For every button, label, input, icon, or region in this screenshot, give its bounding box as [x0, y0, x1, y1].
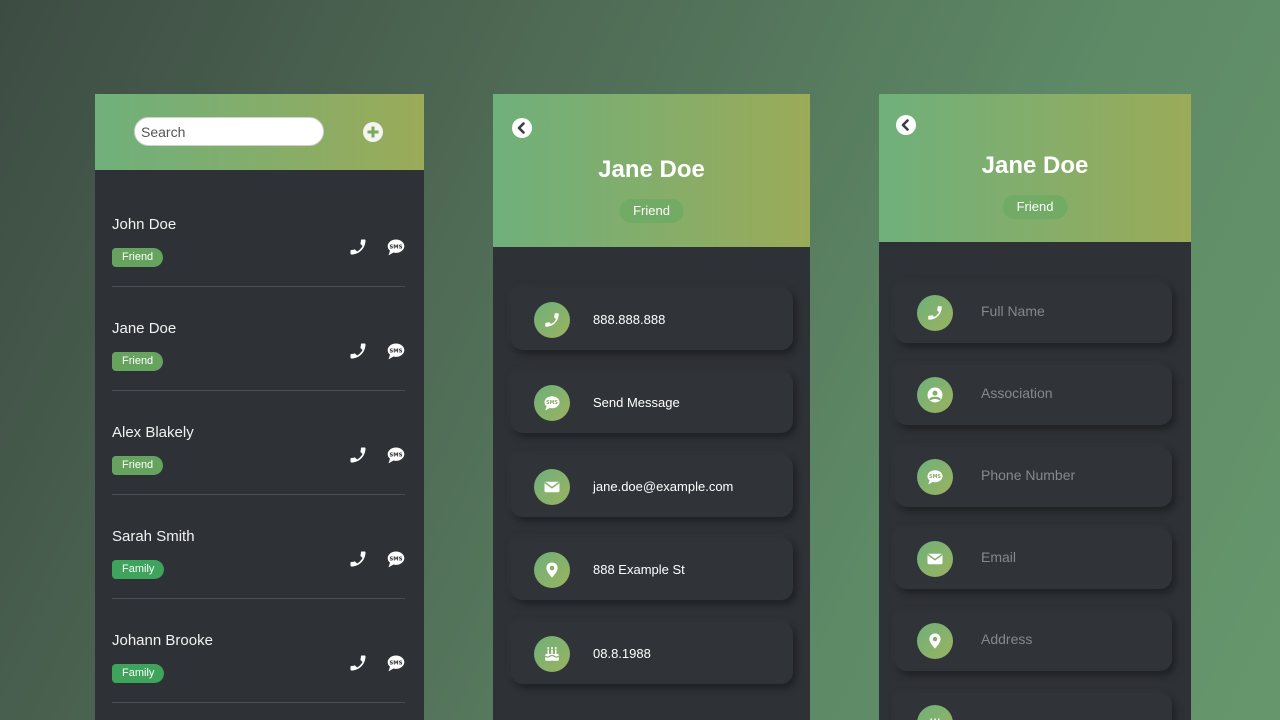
map-pin-icon [534, 552, 570, 588]
contact-name: Alex Blakely [112, 424, 194, 441]
phone-icon [917, 295, 953, 331]
detail-header: Jane Doe Friend [493, 94, 810, 247]
add-contact-button[interactable] [363, 122, 383, 142]
back-button[interactable] [896, 115, 916, 135]
chevron-left-icon [517, 122, 525, 134]
svg-text:SMS: SMS [929, 474, 941, 480]
phone-icon[interactable] [348, 237, 368, 257]
birthday-card[interactable]: 08.8.1988 [511, 622, 793, 684]
phone-icon[interactable] [348, 653, 368, 673]
edit-header: Jane Doe Friend [879, 94, 1191, 242]
phone-icon[interactable] [348, 341, 368, 361]
phone-icon[interactable] [348, 549, 368, 569]
contact-row[interactable]: Sarah Smith Family SMS [112, 495, 405, 599]
email-card[interactable]: jane.doe@example.com [511, 455, 793, 517]
phone-card[interactable]: 888.888.888 [511, 288, 793, 350]
contact-name: John Doe [112, 216, 177, 233]
phone-icon [534, 302, 570, 338]
list-header [95, 94, 424, 170]
svg-text:SMS: SMS [389, 244, 402, 250]
association-input[interactable] [981, 385, 1161, 401]
contact-row[interactable]: Jane Doe Friend SMS [112, 287, 405, 391]
svg-text:SMS: SMS [389, 348, 402, 354]
back-button[interactable] [512, 118, 532, 138]
svg-text:SMS: SMS [389, 452, 402, 458]
map-pin-icon [917, 623, 953, 659]
sms-icon[interactable]: SMS [386, 237, 406, 257]
contact-tag: Friend [112, 456, 164, 475]
sms-icon[interactable]: SMS [386, 445, 406, 465]
edit-contact-panel: Jane Doe Friend SMS [879, 94, 1191, 720]
contact-row[interactable]: Johann Brooke Family SMS [112, 599, 405, 703]
full-name-input[interactable] [981, 303, 1161, 319]
street-address: 888 Example St [593, 562, 685, 577]
birthday-field [895, 693, 1172, 720]
contact-tag: Friend [619, 199, 684, 223]
sms-icon: SMS [534, 385, 570, 421]
email-field [895, 529, 1172, 589]
contact-tag: Family [112, 664, 165, 683]
birthday-cake-icon [534, 636, 570, 672]
phone-number-input[interactable] [981, 467, 1161, 483]
chevron-left-icon [901, 119, 909, 131]
sms-icon[interactable]: SMS [386, 653, 406, 673]
phone-number: 888.888.888 [593, 312, 666, 327]
contact-name-heading: Jane Doe [598, 156, 705, 183]
contact-row[interactable]: Alex Blakely Friend SMS [112, 391, 405, 495]
contact-name-heading: Jane Doe [981, 152, 1089, 179]
envelope-icon [917, 541, 953, 577]
email-address: jane.doe@example.com [593, 479, 734, 494]
contact-tag: Friend [112, 248, 164, 267]
full-name-field [895, 283, 1172, 343]
sms-icon[interactable]: SMS [386, 549, 406, 569]
birth-date: 08.8.1988 [593, 646, 651, 661]
search-input[interactable] [134, 117, 324, 146]
svg-text:SMS: SMS [389, 660, 402, 666]
association-field [895, 365, 1172, 425]
contact-row[interactable]: John Doe Friend SMS [112, 183, 405, 287]
envelope-icon [534, 469, 570, 505]
message-card[interactable]: SMS Send Message [511, 371, 793, 433]
phone-number-field: SMS [895, 447, 1172, 507]
contact-tag: Friend [112, 352, 164, 371]
contact-name: Johann Brooke [112, 632, 213, 649]
send-message-label: Send Message [593, 395, 680, 410]
sms-icon: SMS [917, 459, 953, 495]
contact-tag: Family [112, 560, 165, 579]
sms-icon[interactable]: SMS [386, 341, 406, 361]
birthday-cake-icon [917, 705, 953, 720]
email-input[interactable] [981, 549, 1161, 565]
contact-tag: Friend [1002, 195, 1068, 219]
address-field [895, 611, 1172, 671]
contact-list-panel: John Doe Friend SMS Jane Doe Friend SMS … [95, 94, 424, 720]
svg-text:SMS: SMS [546, 400, 558, 406]
phone-icon[interactable] [348, 445, 368, 465]
svg-text:SMS: SMS [389, 556, 402, 562]
user-circle-icon [917, 377, 953, 413]
address-input[interactable] [981, 631, 1161, 647]
contact-name: Jane Doe [112, 320, 177, 337]
address-card[interactable]: 888 Example St [511, 538, 793, 600]
contact-detail-panel: Jane Doe Friend 888.888.888 SMS Send Mes… [493, 94, 810, 720]
contact-name: Sarah Smith [112, 528, 195, 545]
